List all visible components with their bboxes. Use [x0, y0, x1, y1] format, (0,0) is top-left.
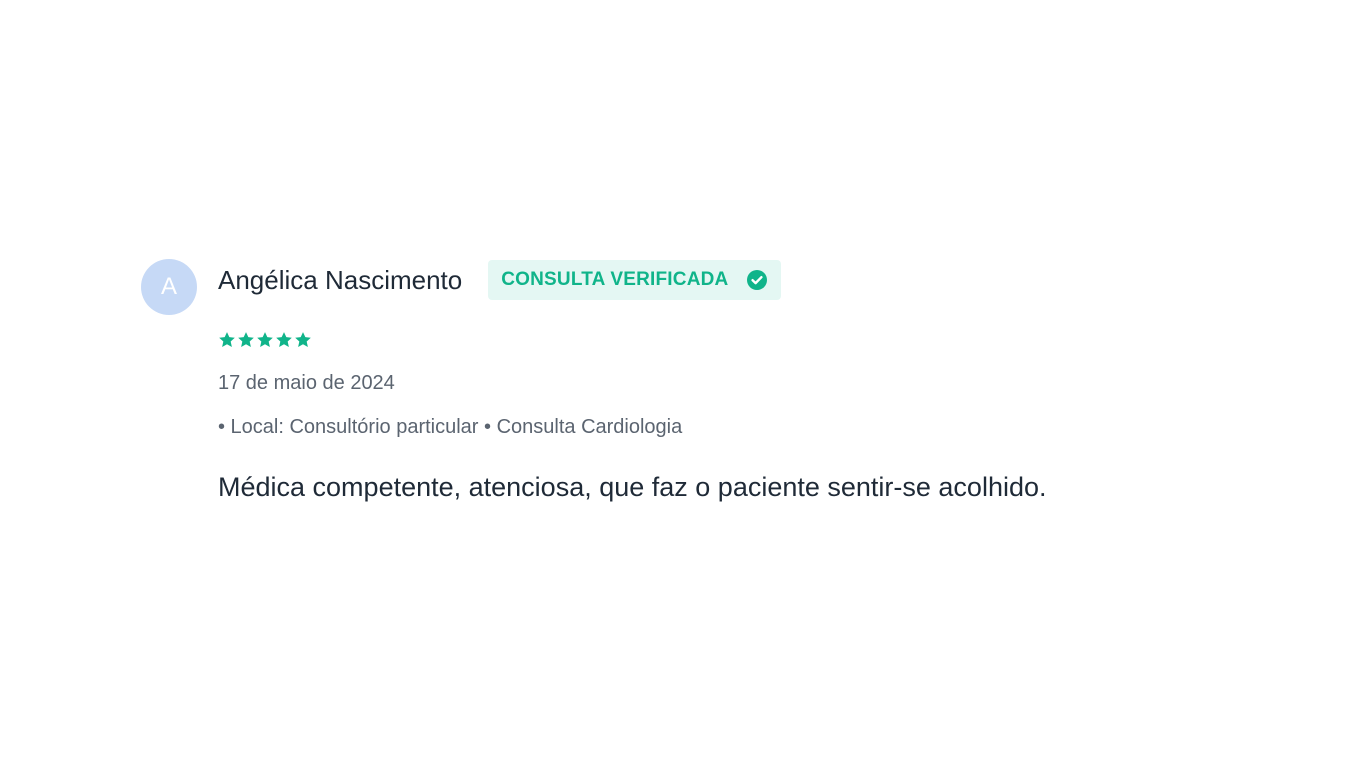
review-date: 17 de maio de 2024 [218, 372, 395, 394]
star-icon [276, 332, 292, 347]
review-header: Angélica Nascimento CONSULTA VERIFICADA [218, 258, 1218, 302]
verified-badge: CONSULTA VERIFICADA [488, 260, 782, 300]
star-icon [257, 332, 273, 347]
verified-badge-label: CONSULTA VERIFICADA [501, 269, 729, 290]
star-icon [219, 332, 235, 347]
star-icon [295, 332, 311, 347]
review-meta: • Local: Consultório particular • Consul… [218, 416, 683, 438]
avatar: A [141, 259, 197, 315]
review-comment: Médica competente, atenciosa, que faz o … [218, 472, 1047, 502]
author-name: Angélica Nascimento [218, 264, 463, 295]
page: A Angélica Nascimento CONSULTA VERIFICAD… [0, 0, 1366, 768]
review-content: Angélica Nascimento CONSULTA VERIFICADA … [218, 258, 1218, 502]
star-icon [238, 332, 254, 347]
check-circle-icon [747, 270, 768, 290]
star-rating [218, 331, 312, 349]
